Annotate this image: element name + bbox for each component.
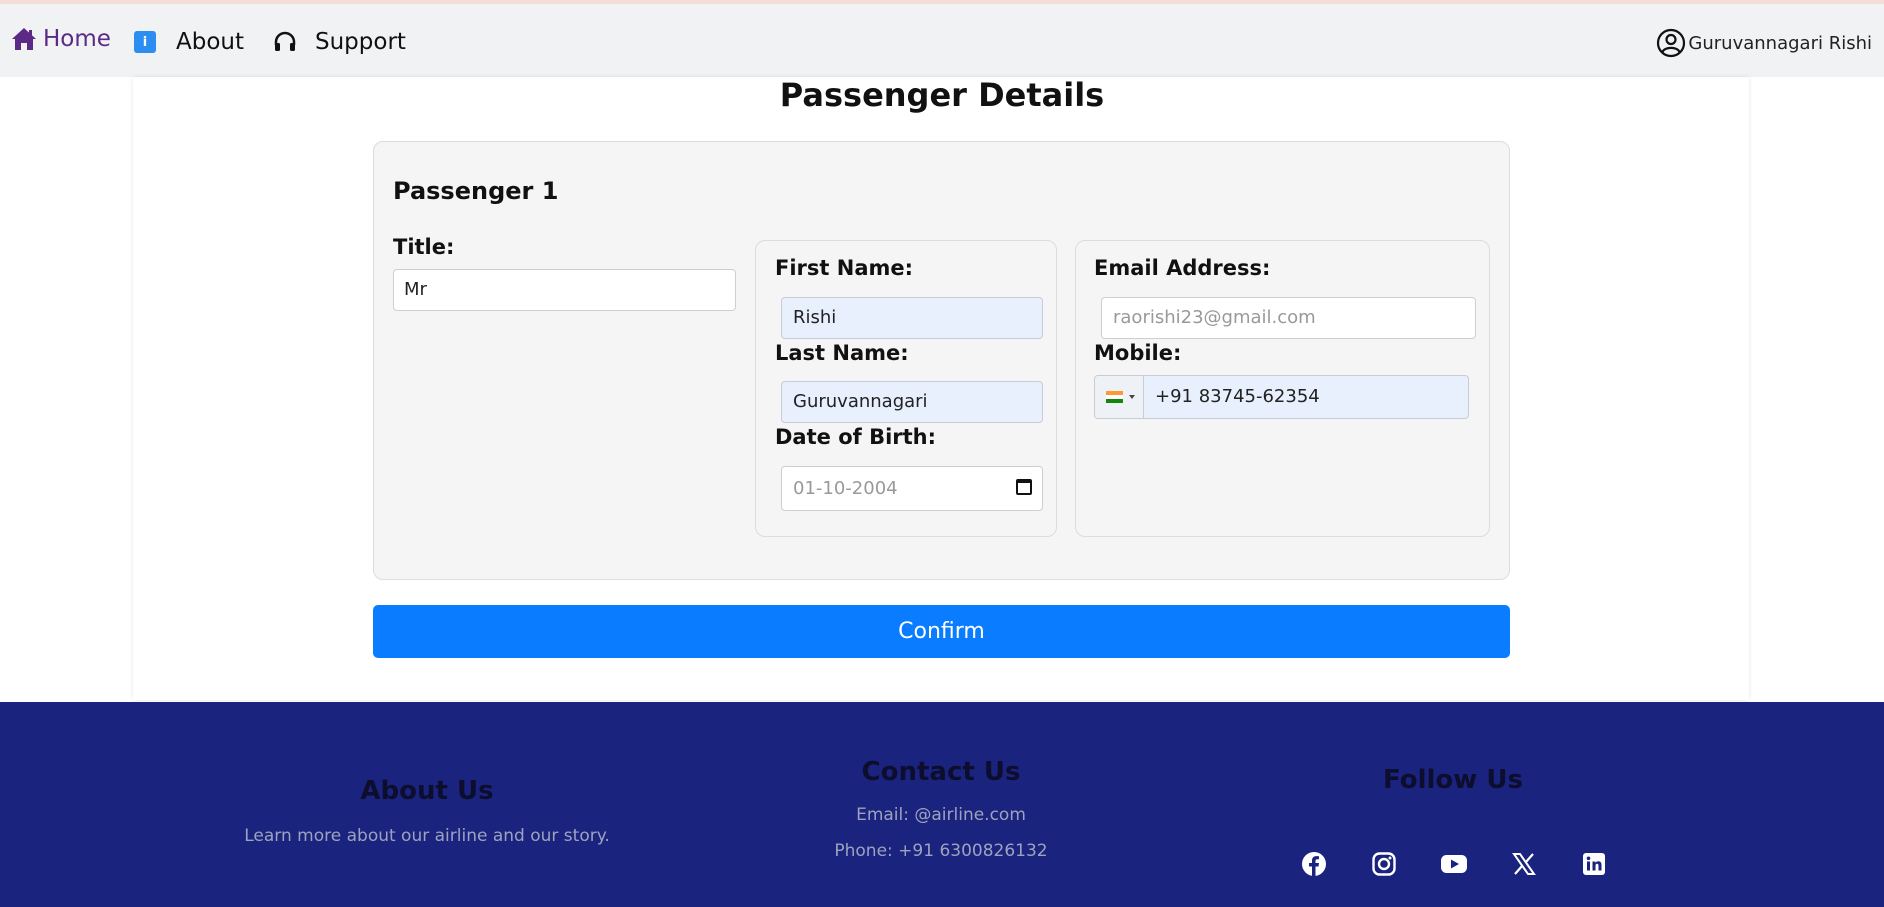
facebook-icon[interactable] xyxy=(1300,850,1328,878)
first-name-field[interactable]: Rishi xyxy=(781,297,1043,339)
footer-follow: Follow Us xyxy=(1253,765,1653,795)
mobile-value: +91 83745-62354 xyxy=(1155,386,1320,407)
calendar-icon[interactable] xyxy=(1016,479,1032,495)
email-field[interactable]: raorishi23@gmail.com xyxy=(1101,297,1476,339)
page-title: Passenger Details xyxy=(779,76,1105,114)
x-icon[interactable] xyxy=(1510,850,1538,878)
passenger-heading: Passenger 1 xyxy=(393,177,559,205)
email-label: Email Address: xyxy=(1094,256,1271,280)
youtube-icon[interactable] xyxy=(1440,850,1468,878)
footer-contact-email: Email: @airline.com xyxy=(856,805,1026,825)
dob-field[interactable]: 01-10-2004 xyxy=(781,466,1043,511)
passenger-form-card: Passenger 1 Title: Mr First Name: Rishi … xyxy=(373,141,1510,580)
linkedin-icon[interactable] xyxy=(1580,850,1608,878)
footer-about: About Us Learn more about our airline an… xyxy=(227,776,627,846)
mobile-label: Mobile: xyxy=(1094,341,1182,365)
dob-label: Date of Birth: xyxy=(775,425,937,449)
india-flag-icon xyxy=(1106,391,1123,403)
instagram-icon[interactable] xyxy=(1370,850,1398,878)
footer-contact-heading: Contact Us xyxy=(861,757,1021,787)
last-name-field[interactable]: Guruvannagari xyxy=(781,381,1043,423)
footer-follow-heading: Follow Us xyxy=(1383,765,1523,795)
footer-about-text: Learn more about our airline and our sto… xyxy=(244,826,610,846)
country-code-select[interactable] xyxy=(1095,376,1144,418)
footer: About Us Learn more about our airline an… xyxy=(0,702,1884,907)
mobile-field[interactable]: +91 83745-62354 xyxy=(1094,375,1469,419)
last-name-label: Last Name: xyxy=(775,341,909,365)
caret-down-icon xyxy=(1129,395,1135,399)
name-fields-card: First Name: Rishi Last Name: Guruvannaga… xyxy=(755,240,1057,537)
title-select[interactable]: Mr xyxy=(393,269,736,311)
first-name-label: First Name: xyxy=(775,256,914,280)
confirm-button[interactable]: Confirm xyxy=(373,605,1510,658)
footer-contact: Contact Us Email: @airline.com Phone: +9… xyxy=(741,757,1141,861)
footer-about-heading: About Us xyxy=(360,776,494,806)
dob-value: 01-10-2004 xyxy=(793,478,898,499)
title-label: Title: xyxy=(393,235,455,259)
contact-fields-card: Email Address: raorishi23@gmail.com Mobi… xyxy=(1075,240,1490,537)
footer-contact-phone: Phone: +91 6300826132 xyxy=(834,841,1048,861)
